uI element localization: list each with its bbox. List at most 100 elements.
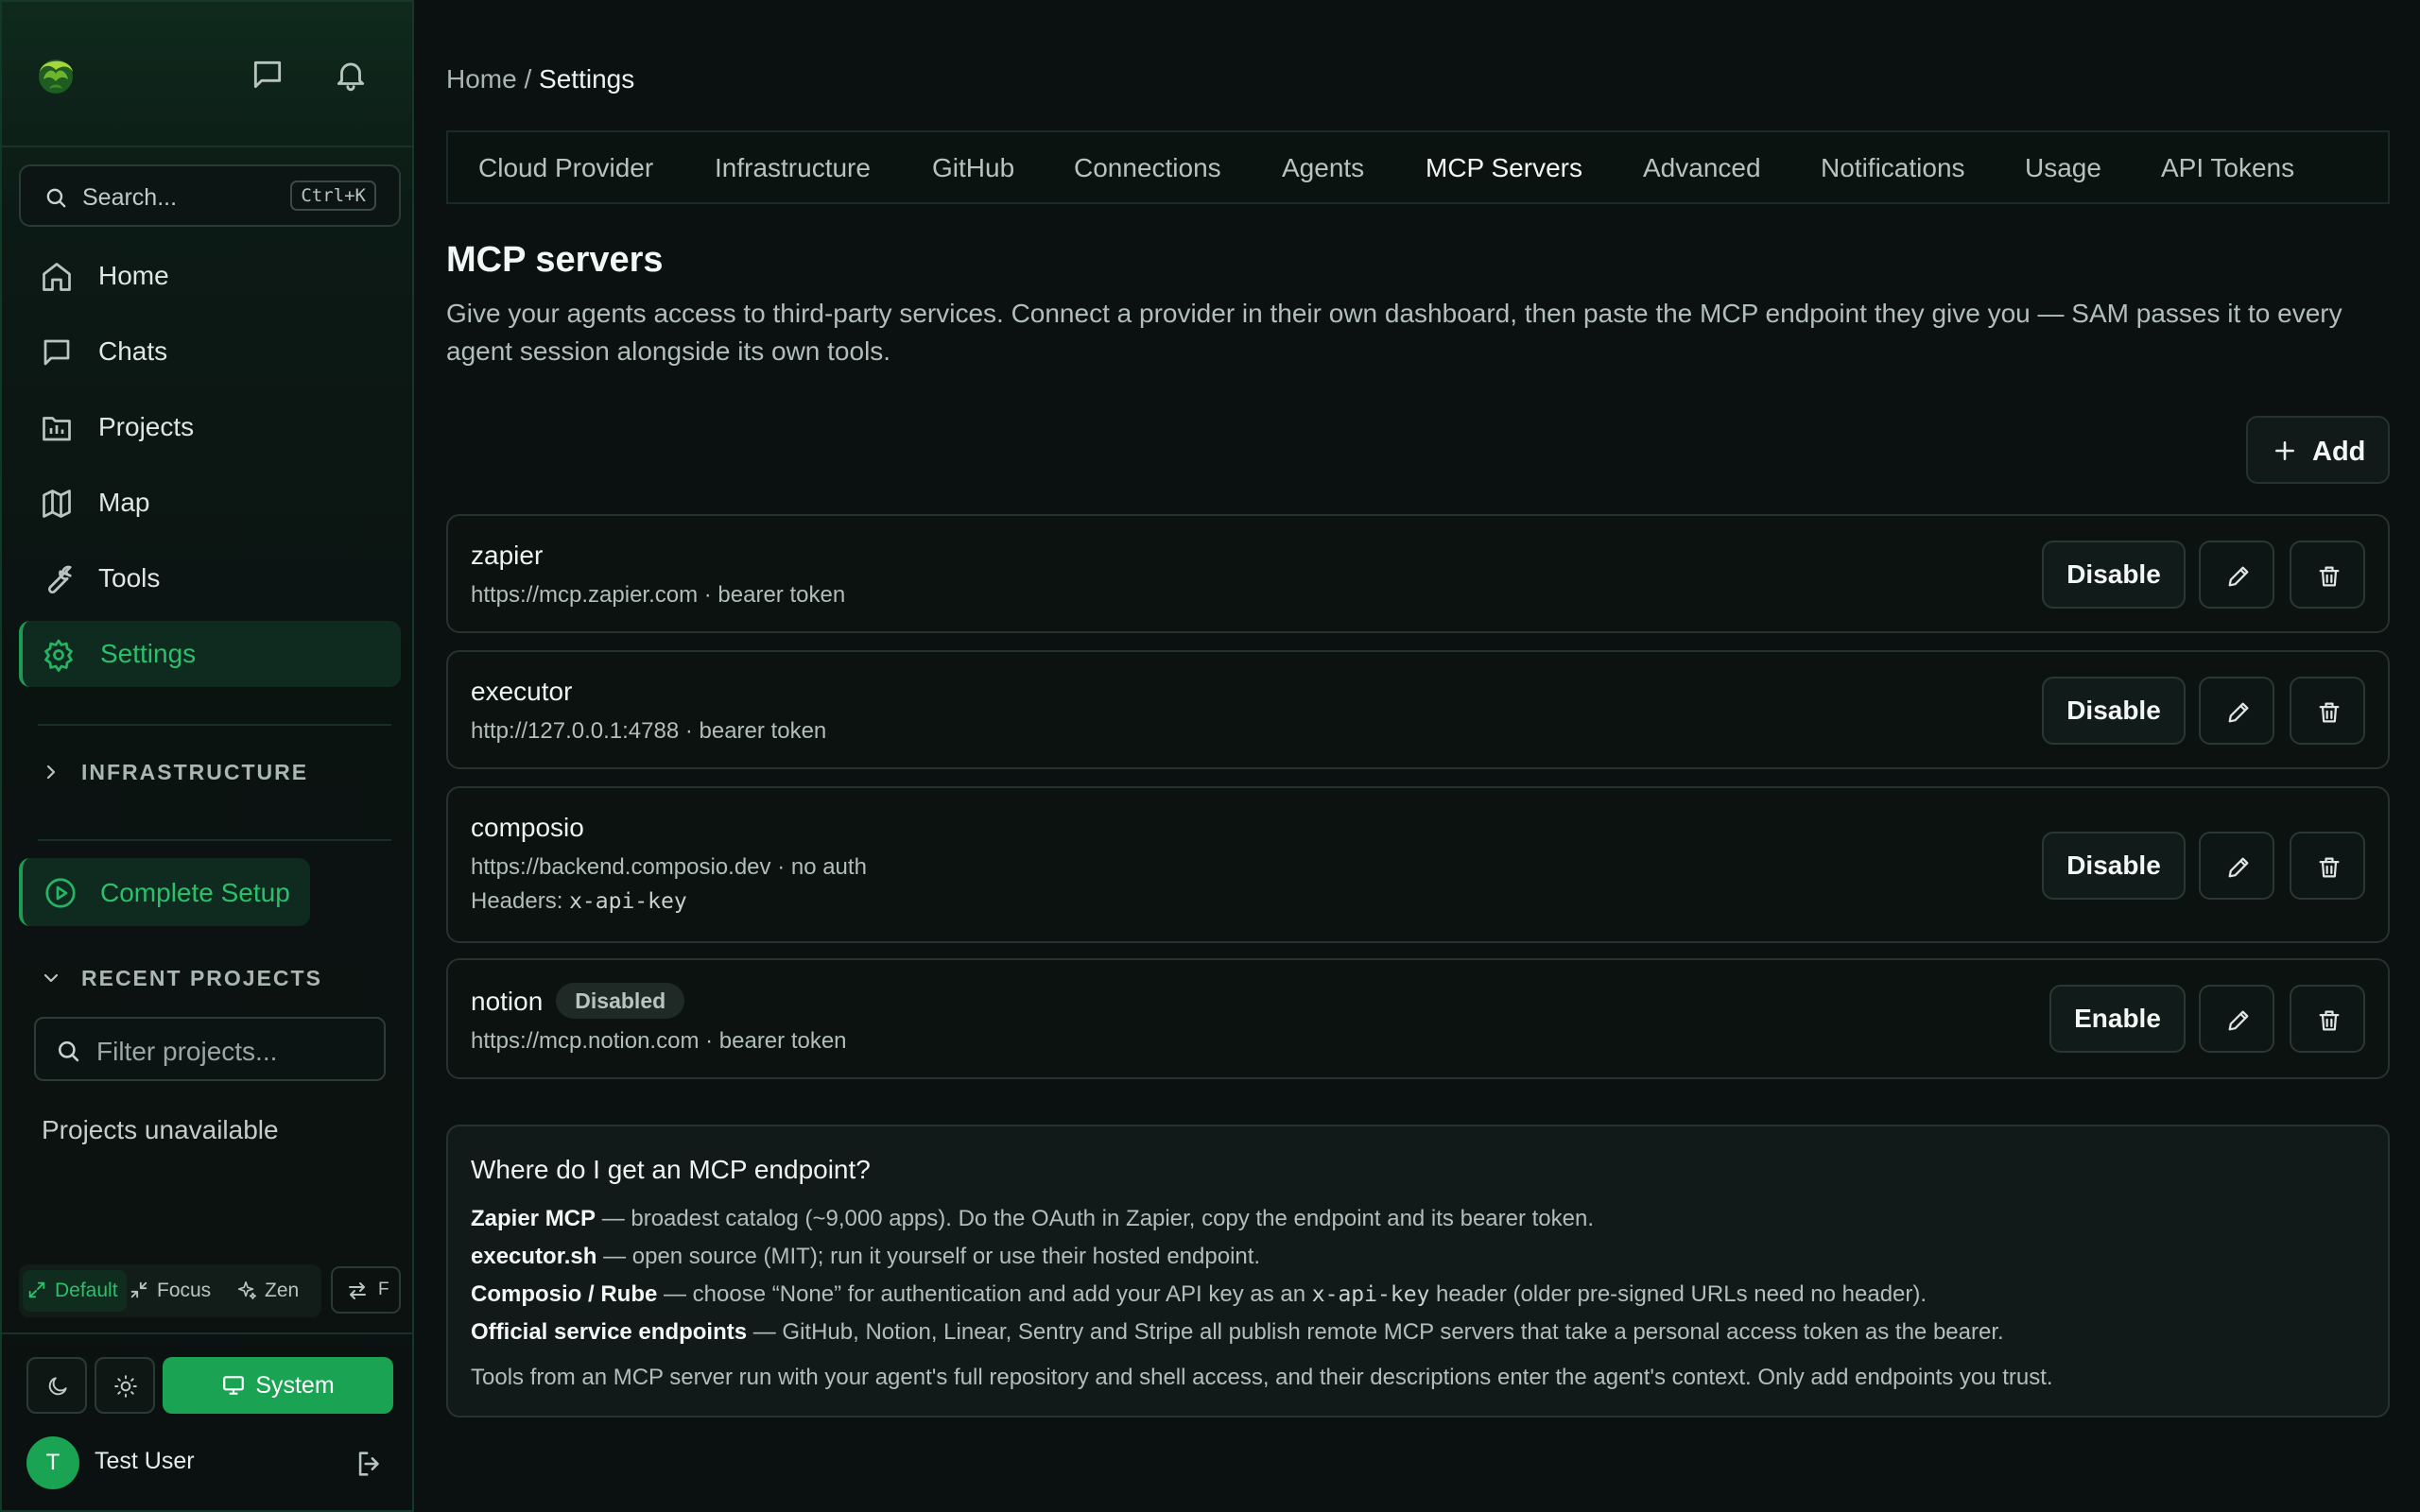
complete-setup-label: Complete Setup bbox=[100, 878, 290, 907]
help-item: Zapier MCP — broadest catalog (~9,000 ap… bbox=[471, 1206, 1594, 1232]
edit-button[interactable] bbox=[2199, 541, 2274, 609]
logo[interactable] bbox=[32, 51, 79, 98]
server-card-notion: notion Disabled https://mcp.notion.com · … bbox=[446, 958, 2390, 1079]
edit-button[interactable] bbox=[2199, 832, 2274, 900]
infrastructure-section-toggle[interactable]: INFRASTRUCTURE bbox=[40, 760, 308, 785]
filter-projects-input[interactable]: Filter projects... bbox=[34, 1017, 386, 1081]
add-button-label: Add bbox=[2312, 437, 2366, 467]
disable-button[interactable]: Disable bbox=[2042, 677, 2186, 745]
help-panel: Where do I get an MCP endpoint? Zapier M… bbox=[446, 1125, 2390, 1418]
help-item-title: executor.sh bbox=[471, 1244, 597, 1269]
disable-button[interactable]: Disable bbox=[2042, 832, 2186, 900]
server-details: http://127.0.0.1:4788 · bearer token bbox=[471, 718, 827, 744]
theme-system-button[interactable]: System bbox=[163, 1357, 393, 1414]
tab-agents[interactable]: Agents bbox=[1282, 153, 1364, 183]
sidebar-item-label: Home bbox=[98, 261, 169, 290]
mode-zen-label: Zen bbox=[265, 1280, 300, 1301]
complete-setup-button[interactable]: Complete Setup bbox=[19, 858, 310, 926]
mode-zen-button[interactable]: Zen bbox=[236, 1270, 318, 1312]
tab-github[interactable]: GitHub bbox=[932, 153, 1014, 183]
page-title: MCP servers bbox=[446, 240, 664, 280]
help-item: Official service endpoints — GitHub, Not… bbox=[471, 1319, 2004, 1346]
help-note: Tools from an MCP server run with your a… bbox=[471, 1365, 2053, 1390]
bell-icon[interactable] bbox=[333, 57, 369, 93]
breadcrumb-home[interactable]: Home bbox=[446, 64, 517, 94]
help-item-code: x-api-key bbox=[1311, 1282, 1430, 1307]
server-name-row: notion Disabled bbox=[471, 983, 685, 1019]
tab-notifications[interactable]: Notifications bbox=[1821, 153, 1965, 183]
user-name: Test User bbox=[95, 1448, 195, 1474]
tab-advanced[interactable]: Advanced bbox=[1643, 153, 1761, 183]
mode-focus-label: Focus bbox=[157, 1280, 212, 1301]
search-placeholder: Search... bbox=[82, 184, 178, 211]
sidebar: Search... Ctrl+K Home Chats Projects Map… bbox=[0, 0, 414, 1512]
tab-connections[interactable]: Connections bbox=[1074, 153, 1221, 183]
sidebar-item-label: Chats bbox=[98, 336, 168, 366]
breadcrumb-separator: / bbox=[516, 64, 540, 94]
help-item-text: — broadest catalog (~9,000 apps). Do the… bbox=[596, 1206, 1595, 1231]
recent-projects-toggle[interactable]: RECENT PROJECTS bbox=[40, 966, 322, 991]
avatar[interactable]: T bbox=[26, 1436, 79, 1489]
sidebar-item-settings[interactable]: Settings bbox=[19, 621, 401, 687]
sidebar-divider bbox=[2, 1332, 412, 1334]
sidebar-item-label: Projects bbox=[98, 412, 195, 441]
edit-button[interactable] bbox=[2199, 985, 2274, 1053]
tab-infrastructure[interactable]: Infrastructure bbox=[715, 153, 871, 183]
server-name: notion bbox=[471, 987, 544, 1016]
projects-unavailable-text: Projects unavailable bbox=[42, 1115, 279, 1144]
collapse-icon bbox=[129, 1280, 149, 1300]
mode-default-button[interactable]: Default bbox=[23, 1270, 127, 1312]
logout-icon[interactable] bbox=[354, 1448, 386, 1480]
trash-icon bbox=[2316, 699, 2342, 726]
tab-usage[interactable]: Usage bbox=[2025, 153, 2101, 183]
theme-light-button[interactable] bbox=[95, 1357, 155, 1414]
trash-icon bbox=[2316, 563, 2342, 590]
server-card-zapier: zapier https://mcp.zapier.com · bearer t… bbox=[446, 514, 2390, 633]
sidebar-item-home[interactable]: Home bbox=[19, 243, 401, 309]
delete-button[interactable] bbox=[2290, 985, 2365, 1053]
sparkles-icon bbox=[236, 1280, 257, 1300]
swap-arrows-icon bbox=[346, 1280, 369, 1302]
enable-button[interactable]: Enable bbox=[2049, 985, 2186, 1053]
sidebar-item-tools[interactable]: Tools bbox=[19, 545, 401, 611]
layout-mode-group: Default Focus Zen bbox=[19, 1264, 321, 1317]
delete-button[interactable] bbox=[2290, 541, 2365, 609]
disable-button[interactable]: Disable bbox=[2042, 541, 2186, 609]
server-details: https://backend.composio.dev · no auth bbox=[471, 854, 867, 880]
map-icon bbox=[40, 487, 74, 521]
theme-dark-button[interactable] bbox=[26, 1357, 87, 1414]
search-input[interactable]: Search... Ctrl+K bbox=[19, 164, 401, 227]
mode-focus-button[interactable]: Focus bbox=[129, 1270, 223, 1312]
tab-mcp-servers[interactable]: MCP Servers bbox=[1426, 153, 1582, 183]
sidebar-item-chats[interactable]: Chats bbox=[19, 318, 401, 385]
sidebar-item-projects[interactable]: Projects bbox=[19, 394, 401, 460]
chat-icon[interactable] bbox=[250, 57, 285, 93]
mode-cycle-button[interactable]: F bbox=[331, 1266, 401, 1314]
sidebar-header bbox=[2, 2, 412, 147]
delete-button[interactable] bbox=[2290, 677, 2365, 745]
delete-button[interactable] bbox=[2290, 832, 2365, 900]
chevron-right-icon bbox=[40, 761, 62, 783]
plus-icon bbox=[2273, 438, 2297, 463]
play-circle-icon bbox=[43, 876, 78, 910]
theme-system-label: System bbox=[255, 1372, 335, 1399]
edit-button[interactable] bbox=[2199, 677, 2274, 745]
headers-label: Headers: bbox=[471, 888, 570, 914]
sidebar-item-label: Tools bbox=[98, 563, 161, 593]
trash-icon bbox=[2316, 854, 2342, 881]
tab-cloud-provider[interactable]: Cloud Provider bbox=[478, 153, 653, 183]
gear-icon bbox=[42, 638, 76, 672]
breadcrumb-current: Settings bbox=[539, 64, 635, 94]
mode-cycle-label: F bbox=[378, 1280, 389, 1299]
tab-api-tokens[interactable]: API Tokens bbox=[2161, 153, 2294, 183]
wrench-icon bbox=[40, 562, 74, 596]
pencil-icon bbox=[2225, 1007, 2252, 1034]
search-icon bbox=[55, 1038, 81, 1064]
help-item-title: Official service endpoints bbox=[471, 1319, 748, 1345]
search-shortcut: Ctrl+K bbox=[290, 180, 376, 211]
help-item-text: header (older pre-signed URLs need no he… bbox=[1429, 1281, 1927, 1307]
add-server-button[interactable]: Add bbox=[2246, 416, 2390, 484]
folder-icon bbox=[40, 411, 74, 445]
server-card-executor: executor http://127.0.0.1:4788 · bearer … bbox=[446, 650, 2390, 769]
sidebar-item-map[interactable]: Map bbox=[19, 470, 401, 536]
